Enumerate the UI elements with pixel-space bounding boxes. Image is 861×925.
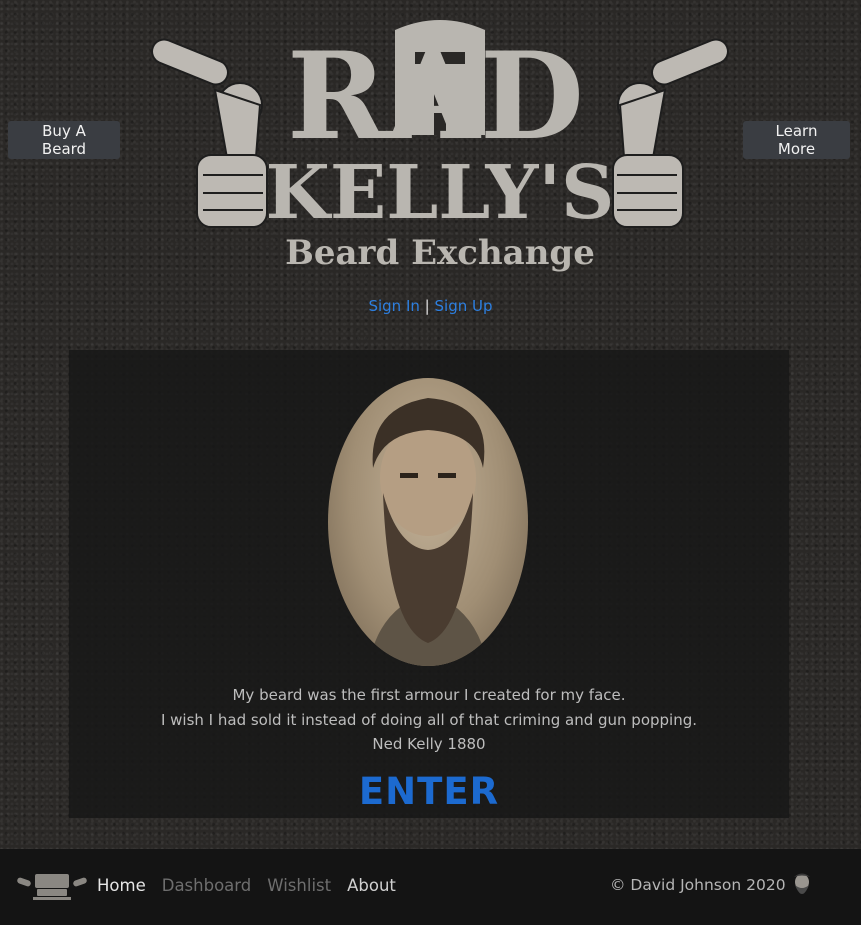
nav-wishlist[interactable]: Wishlist	[267, 876, 331, 895]
logo-beard-exchange-text: Beard Exchange	[285, 233, 595, 272]
nav-about[interactable]: About	[347, 876, 396, 895]
auth-separator: |	[424, 297, 430, 315]
logo-kellys-text: KELLY'S	[266, 150, 615, 236]
hero-card: My beard was the first armour I created …	[69, 350, 789, 818]
quote-line-2: I wish I had sold it instead of doing al…	[160, 710, 698, 729]
nav-home[interactable]: Home	[97, 876, 146, 895]
right-revolver-icon	[612, 38, 729, 228]
left-revolver-icon	[151, 38, 268, 228]
learn-more-button[interactable]: Learn More	[743, 121, 850, 159]
nav-dashboard[interactable]: Dashboard	[162, 876, 252, 895]
buy-a-beard-button[interactable]: Buy A Beard	[8, 121, 120, 159]
bearded-man-icon	[789, 871, 815, 901]
auth-links: Sign In | Sign Up	[0, 297, 861, 315]
enter-link[interactable]: ENTER	[69, 770, 789, 813]
footer: Home Dashboard Wishlist About © David Jo…	[0, 849, 861, 925]
quote-block: My beard was the first armour I created …	[69, 683, 789, 757]
quote-line-1: My beard was the first armour I created …	[232, 686, 626, 704]
copyright-text: © David Johnson 2020	[610, 876, 786, 894]
quote-attribution: Ned Kelly 1880	[372, 735, 486, 753]
footer-nav: Home Dashboard Wishlist About	[97, 876, 396, 895]
site-logo: RAD KELLY'S Beard Exchange	[145, 10, 735, 273]
sign-up-link[interactable]: Sign Up	[435, 297, 493, 315]
ned-kelly-portrait	[328, 378, 528, 666]
sign-in-link[interactable]: Sign In	[368, 297, 419, 315]
footer-logo[interactable]	[15, 871, 89, 903]
logo-r-letter: RAD	[287, 26, 584, 167]
